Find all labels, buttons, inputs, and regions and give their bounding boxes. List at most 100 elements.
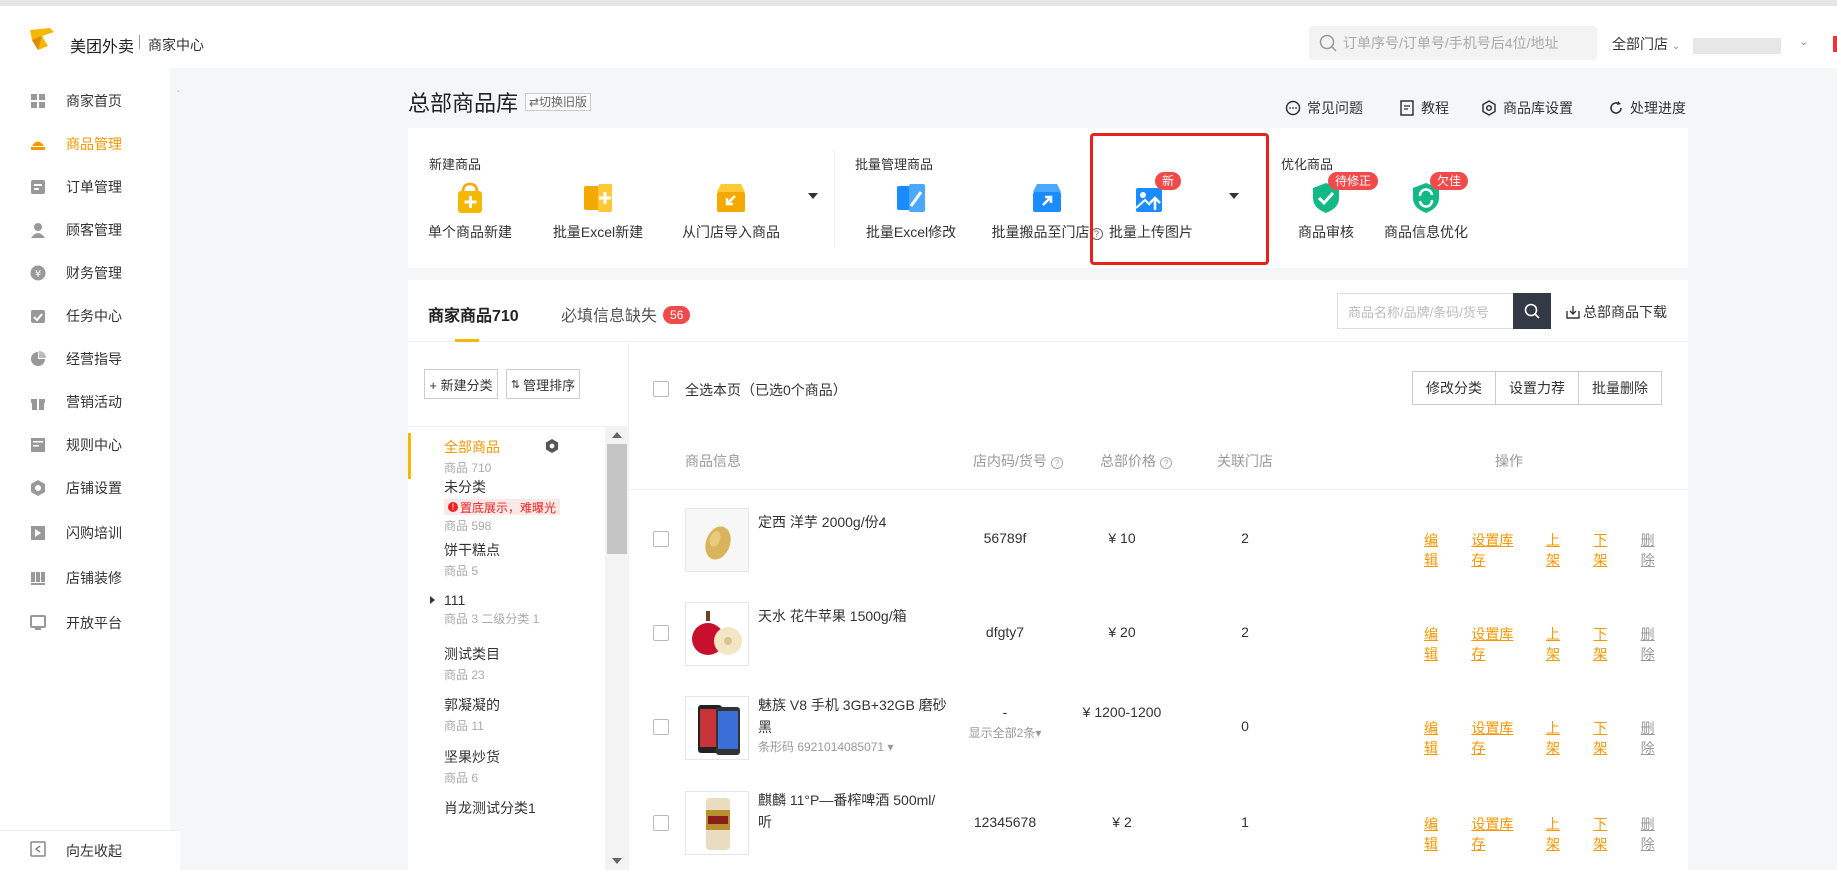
show-all-codes[interactable]: 显示全部2条▾	[930, 724, 1080, 741]
set-stock-link[interactable]: 设置库存	[1471, 718, 1526, 758]
collapse-left-icon	[30, 841, 46, 860]
sidebar-item-finance[interactable]: ¥ 财务管理	[0, 256, 170, 290]
goods-info-optimize-button[interactable]: 欠佳 商品信息优化	[1366, 172, 1486, 242]
product-thumbnail[interactable]	[685, 791, 749, 855]
user-name-blurred[interactable]	[1693, 38, 1781, 54]
category-count: 商品 710	[444, 461, 492, 475]
library-settings-link[interactable]: 商品库设置	[1481, 98, 1573, 118]
library-settings-label: 商品库设置	[1503, 100, 1573, 116]
single-new-label: 单个商品新建	[428, 224, 512, 240]
scroll-down-arrow-icon[interactable]	[612, 858, 622, 864]
modify-category-button[interactable]: 修改分类	[1413, 372, 1496, 404]
set-stock-link[interactable]: 设置库存	[1471, 624, 1526, 664]
delete-link[interactable]: 删除	[1641, 718, 1668, 758]
batch-excel-new-button[interactable]: 批量Excel新建	[538, 180, 658, 242]
sidebar-item-guide[interactable]: 经营指导	[0, 342, 170, 376]
list-on-link[interactable]: 上架	[1546, 718, 1573, 758]
sidebar-item-rules[interactable]: 规则中心	[0, 428, 170, 462]
row-checkbox[interactable]	[653, 625, 669, 641]
batch-excel-edit-button[interactable]: 批量Excel修改	[851, 180, 971, 242]
expand-caret-icon[interactable]	[430, 596, 435, 604]
progress-link[interactable]: 处理进度	[1608, 98, 1686, 118]
category-item[interactable]: 全部商品 商品 710	[408, 433, 605, 479]
list-on-link[interactable]: 上架	[1546, 814, 1573, 854]
product-name[interactable]: 麒麟 11°P—番榨啤酒 500ml/听	[758, 789, 938, 833]
sidebar-collapse-button[interactable]: 向左收起	[0, 830, 180, 870]
category-item[interactable]: 坚果炒货 商品 6	[408, 747, 605, 786]
manage-sort-button[interactable]: ⇅ 管理排序	[506, 369, 580, 399]
sidebar-item-marketing[interactable]: 营销活动	[0, 385, 170, 419]
sidebar-item-training[interactable]: 闪购培训	[0, 516, 170, 550]
category-item[interactable]: 测试类目 商品 23	[408, 644, 605, 683]
barcode[interactable]: 条形码 6921014085071 ▾	[758, 738, 893, 755]
select-all-checkbox[interactable]	[653, 381, 669, 397]
order-search-input[interactable]: 订单序号/订单号/手机号后4位/地址	[1309, 26, 1597, 60]
import-from-store-button[interactable]: 从门店导入商品	[671, 180, 791, 242]
set-stock-link[interactable]: 设置库存	[1471, 814, 1526, 854]
chevron-down-icon: ▾	[1035, 726, 1042, 740]
category-scrollbar[interactable]	[605, 426, 629, 870]
warning-text: 置底展示，难曝光	[460, 500, 557, 515]
sidebar-item-goods[interactable]: 商品管理	[0, 127, 170, 161]
tab-missing-info[interactable]: 必填信息缺失 56	[561, 302, 691, 326]
category-item[interactable]: 饼干糕点 商品 5	[408, 540, 605, 579]
product-thumbnail[interactable]	[685, 508, 749, 572]
row-checkbox[interactable]	[653, 531, 669, 547]
edit-link[interactable]: 编辑	[1424, 530, 1451, 570]
product-name[interactable]: 天水 花牛苹果 1500g/箱	[758, 605, 958, 627]
sidebar-resize-handle[interactable]: ´	[177, 90, 180, 101]
download-goods-button[interactable]: 总部商品下载	[1566, 302, 1667, 322]
user-menu-chevron-icon[interactable]: ⌄	[1799, 35, 1808, 48]
list-off-link[interactable]: 下架	[1593, 718, 1620, 758]
product-name[interactable]: 魅族 V8 手机 3GB+32GB 磨砂黑	[758, 694, 948, 738]
sidebar-item-orders[interactable]: 订单管理	[0, 170, 170, 204]
list-off-link[interactable]: 下架	[1593, 530, 1620, 570]
sidebar-item-label: 任务中心	[66, 308, 122, 324]
row-checkbox[interactable]	[653, 719, 669, 735]
faq-link[interactable]: 常见问题	[1285, 98, 1363, 118]
list-on-link[interactable]: 上架	[1546, 624, 1573, 664]
list-off-link[interactable]: 下架	[1593, 814, 1620, 854]
batch-move-to-store-button[interactable]: 批量搬品至门店?	[987, 180, 1107, 242]
sidebar-item-store-settings[interactable]: 店铺设置	[0, 471, 170, 505]
single-new-button[interactable]: 单个商品新建	[410, 180, 530, 242]
help-icon[interactable]: ?	[1160, 457, 1172, 469]
sidebar-item-tasks[interactable]: 任务中心	[0, 299, 170, 333]
new-category-button[interactable]: + 新建分类	[424, 369, 498, 399]
product-name[interactable]: 定西 洋芋 2000g/份4	[758, 511, 958, 533]
list-on-link[interactable]: 上架	[1546, 530, 1573, 570]
batch-delete-button[interactable]: 批量删除	[1579, 372, 1661, 404]
list-off-link[interactable]: 下架	[1593, 624, 1620, 664]
goods-search-input[interactable]: 商品名称/品牌/条码/货号	[1337, 293, 1513, 329]
edit-link[interactable]: 编辑	[1424, 718, 1451, 758]
edit-link[interactable]: 编辑	[1424, 624, 1451, 664]
help-icon[interactable]: ?	[1050, 457, 1063, 469]
group-label-batch: 批量管理商品	[855, 157, 934, 172]
store-select[interactable]: 全部门店 ⌄	[1612, 34, 1680, 54]
category-item[interactable]: 郭凝凝的 商品 11	[408, 695, 605, 734]
delete-link[interactable]: 删除	[1641, 530, 1668, 570]
gear-icon[interactable]	[545, 439, 559, 453]
sidebar-item-decor[interactable]: 店铺装修	[0, 561, 170, 595]
goods-search-button[interactable]	[1513, 293, 1551, 329]
product-thumbnail[interactable]	[685, 602, 749, 666]
scroll-up-arrow-icon[interactable]	[612, 432, 622, 438]
set-stock-link[interactable]: 设置库存	[1471, 530, 1526, 570]
sidebar-item-customers[interactable]: 顾客管理	[0, 213, 170, 247]
category-item[interactable]: 111 商品 3 二级分类 1	[408, 592, 605, 627]
tab-merchant-goods[interactable]: 商家商品710	[428, 302, 519, 326]
edit-link[interactable]: 编辑	[1424, 814, 1451, 854]
sidebar-item-platform[interactable]: 开放平台	[0, 606, 170, 640]
delete-link[interactable]: 删除	[1641, 624, 1668, 664]
row-checkbox[interactable]	[653, 815, 669, 831]
switch-old-version-button[interactable]: ⇄切换旧版	[525, 93, 592, 111]
category-item[interactable]: 未分类 ! 置底展示，难曝光 商品 598	[408, 477, 605, 534]
tutorial-link[interactable]: 教程	[1399, 98, 1449, 118]
set-recommend-button[interactable]: 设置力荐	[1496, 372, 1579, 404]
sidebar-item-home[interactable]: 商家首页	[0, 84, 170, 118]
product-thumbnail[interactable]	[685, 696, 749, 760]
category-item[interactable]: 肖龙测试分类1	[408, 798, 605, 818]
scroll-thumb[interactable]	[607, 444, 627, 554]
delete-link[interactable]: 删除	[1641, 814, 1668, 854]
new-more-dropdown[interactable]	[808, 193, 818, 199]
